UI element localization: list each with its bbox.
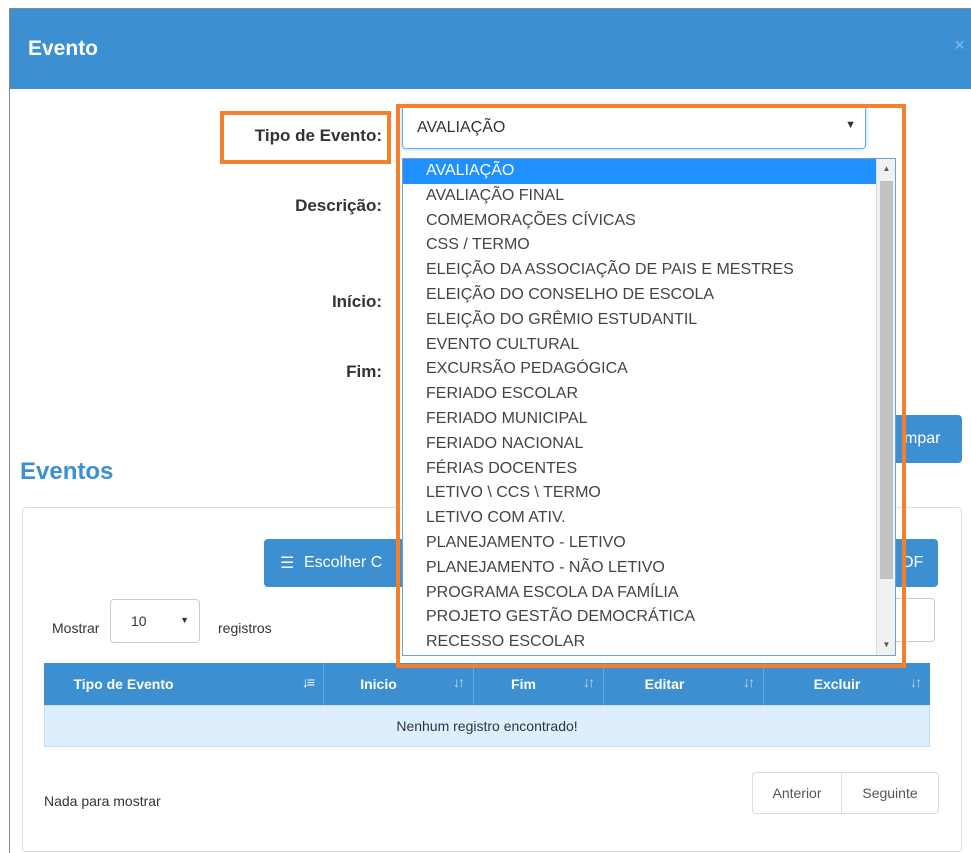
sort-icon: ↓↑ xyxy=(583,674,595,690)
sort-icon: ↓≡ xyxy=(301,674,315,690)
th-fim[interactable]: Fim ↓↑ xyxy=(474,663,604,705)
modal-title: Evento xyxy=(28,37,99,60)
length-prefix: Mostrar xyxy=(52,620,100,636)
empty-message: Nenhum registro encontrado! xyxy=(396,718,578,734)
th-excluir[interactable]: Excluir ↓↑ xyxy=(764,663,930,705)
table-info: Nada para mostrar xyxy=(44,793,161,809)
modal-header: Evento × xyxy=(10,9,971,89)
tipo-evento-label-highlight xyxy=(220,111,391,164)
inicio-label: Início: xyxy=(331,292,382,311)
close-icon[interactable]: × xyxy=(954,35,965,56)
th-inicio[interactable]: Inicio ↓↑ xyxy=(324,663,474,705)
length-suffix: registros xyxy=(218,620,272,636)
sort-icon: ↓↑ xyxy=(910,674,922,690)
th-tipo-evento[interactable]: Tipo de Evento ↓≡ xyxy=(44,663,324,705)
table-row: Nenhum registro encontrado! xyxy=(44,705,930,747)
next-button[interactable]: Seguinte xyxy=(841,772,939,814)
sort-icon: ↓↑ xyxy=(743,674,755,690)
choose-columns-button[interactable]: ☰ Escolher C xyxy=(264,539,406,587)
fim-label: Fim: xyxy=(346,362,382,381)
dropdown-highlight xyxy=(396,104,906,668)
list-icon: ☰ xyxy=(280,555,295,572)
previous-button[interactable]: Anterior xyxy=(752,772,842,814)
descricao-label: Descrição: xyxy=(295,196,382,215)
sort-icon: ↓↑ xyxy=(453,674,465,690)
caret-down-icon: ▼ xyxy=(180,615,189,625)
table-header: Tipo de Evento ↓≡ Inicio ↓↑ Fim ↓↑ Edita… xyxy=(44,663,930,705)
length-value: 10 xyxy=(131,613,147,629)
th-editar[interactable]: Editar ↓↑ xyxy=(604,663,764,705)
length-select[interactable]: 10 ▼ xyxy=(110,599,200,643)
eventos-title: Eventos xyxy=(20,458,114,485)
